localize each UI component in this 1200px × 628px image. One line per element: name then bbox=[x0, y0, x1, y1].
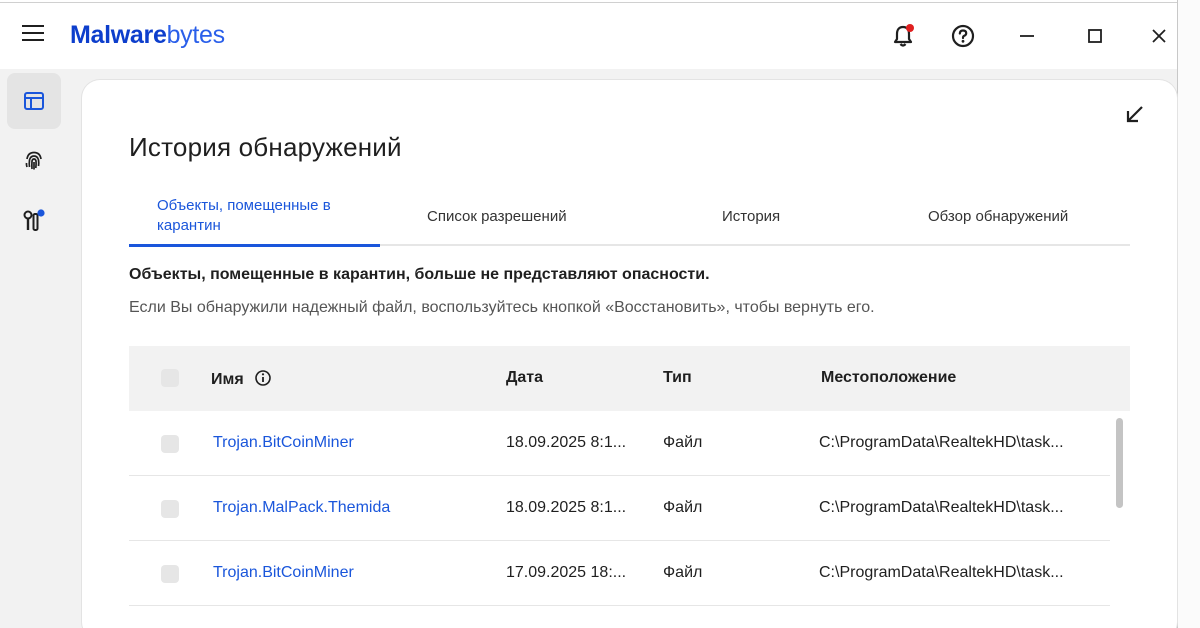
close-icon bbox=[1152, 29, 1166, 43]
left-nav-rail bbox=[0, 69, 66, 628]
detection-date: 17.09.2025 18:... bbox=[506, 564, 627, 581]
collapse-button[interactable] bbox=[1119, 100, 1149, 130]
table-row[interactable]: Trojan.BitCoinMiner 18.09.2025 8:1... Фа… bbox=[129, 411, 1110, 476]
background-window-edge bbox=[1177, 0, 1200, 628]
minimize-icon bbox=[1020, 35, 1034, 37]
detection-location: C:\ProgramData\RealtekHD\task... bbox=[819, 499, 1064, 516]
nav-tools[interactable] bbox=[7, 193, 61, 249]
table-row[interactable]: Trojan.BitCoinMiner 17.09.2025 18:... Фа… bbox=[129, 541, 1110, 606]
quarantine-notice-text: Если Вы обнаружили надежный файл, воспол… bbox=[129, 299, 875, 316]
column-header-name[interactable]: Имя bbox=[211, 369, 272, 389]
notifications-button[interactable] bbox=[886, 19, 920, 53]
quarantine-notice-heading: Объекты, помещенные в карантин, больше н… bbox=[129, 266, 710, 283]
logo-light-text: bytes bbox=[166, 21, 226, 49]
column-header-location[interactable]: Местоположение bbox=[821, 369, 956, 387]
select-all-checkbox[interactable] bbox=[161, 369, 179, 387]
detection-name-link[interactable]: Trojan.BitCoinMiner bbox=[213, 564, 354, 582]
detection-type: Файл bbox=[663, 564, 703, 581]
detection-history-panel: История обнаружений Объекты, помещенные … bbox=[82, 80, 1177, 628]
fingerprint-icon bbox=[25, 151, 42, 170]
collapse-arrow-icon bbox=[1126, 106, 1143, 123]
title-bar: Malwarebytes bbox=[0, 3, 1177, 69]
tools-icon bbox=[23, 209, 45, 231]
tab-bar: Объекты, помещенные в карантин Список ра… bbox=[129, 188, 1130, 247]
close-button[interactable] bbox=[1142, 19, 1176, 53]
column-header-type[interactable]: Тип bbox=[663, 369, 692, 387]
logo-bold-text: Malware bbox=[70, 21, 167, 49]
page-title: История обнаружений bbox=[129, 132, 402, 162]
quarantine-table: Имя Дата Тип Местоположение Trojan.BitCo… bbox=[129, 346, 1130, 628]
row-checkbox[interactable] bbox=[161, 500, 179, 518]
nav-protection[interactable] bbox=[7, 133, 61, 189]
maximize-icon bbox=[1088, 29, 1102, 43]
detection-date: 18.09.2025 8:1... bbox=[506, 499, 627, 516]
column-name-label: Имя bbox=[211, 371, 244, 388]
tab-allow-list[interactable]: Список разрешений bbox=[427, 188, 587, 246]
detection-name-link[interactable]: Trojan.BitCoinMiner bbox=[213, 434, 354, 452]
app-logo: Malwarebytes bbox=[70, 21, 225, 50]
maximize-button[interactable] bbox=[1078, 19, 1112, 53]
tab-history[interactable]: История bbox=[722, 188, 792, 246]
detection-type: Файл bbox=[663, 434, 703, 451]
row-checkbox[interactable] bbox=[161, 565, 179, 583]
tab-quarantine[interactable]: Объекты, помещенные в карантин bbox=[129, 188, 380, 247]
detection-location: C:\ProgramData\RealtekHD\task... bbox=[819, 434, 1064, 451]
detection-type: Файл bbox=[663, 499, 703, 516]
tab-detection-overview[interactable]: Обзор обнаружений bbox=[928, 188, 1088, 246]
table-scrollbar[interactable] bbox=[1116, 418, 1123, 508]
table-header: Имя Дата Тип Местоположение bbox=[129, 346, 1130, 411]
menu-icon[interactable] bbox=[22, 25, 46, 45]
detection-name-link[interactable]: Trojan.MalPack.Themida bbox=[213, 499, 390, 517]
dashboard-icon bbox=[24, 92, 44, 110]
column-header-date[interactable]: Дата bbox=[506, 369, 543, 387]
detection-location: C:\ProgramData\RealtekHD\task... bbox=[819, 564, 1064, 581]
row-checkbox[interactable] bbox=[161, 435, 179, 453]
nav-dashboard[interactable] bbox=[7, 73, 61, 129]
malwarebytes-window: Malwarebytes История обнаружений Объекты… bbox=[0, 2, 1177, 628]
minimize-button[interactable] bbox=[1010, 19, 1044, 53]
bell-icon bbox=[893, 24, 914, 47]
info-icon[interactable] bbox=[254, 369, 272, 387]
help-button[interactable] bbox=[946, 19, 980, 53]
help-icon bbox=[951, 24, 975, 48]
table-row[interactable]: Trojan.MalPack.Themida 18.09.2025 8:1...… bbox=[129, 476, 1110, 541]
detection-date: 18.09.2025 8:1... bbox=[506, 434, 627, 451]
